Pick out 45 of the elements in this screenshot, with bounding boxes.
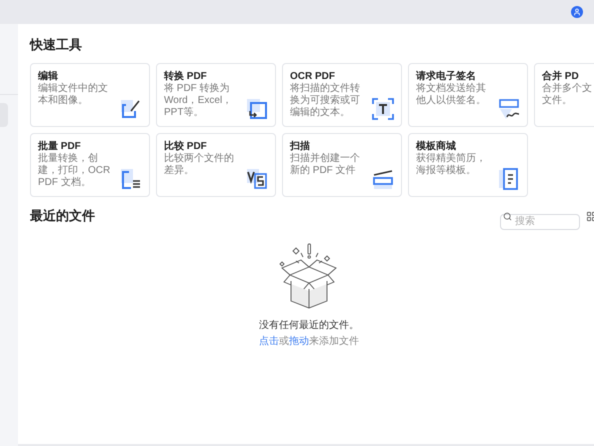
add-link[interactable]: 拖动 (289, 336, 309, 347)
document-icon (498, 168, 520, 190)
add-link[interactable]: 点击 (259, 336, 279, 347)
tool-title: 转换 PDF (164, 70, 208, 83)
text-scan-icon (372, 98, 394, 120)
tool-title: 合并 PD (542, 70, 580, 82)
tool-description: 比较两个文件的差异。 (164, 153, 235, 177)
tool-card[interactable]: 转换 PDF 将 PDF 转换为 Word，Excel，PPT等。 (156, 63, 276, 127)
tool-title: 比较 PDF (164, 140, 208, 152)
scanner-icon (372, 168, 394, 190)
tool-card[interactable]: 编辑 编辑文件中的文本和图像。 (30, 63, 150, 127)
grid-view-icon[interactable] (586, 210, 594, 222)
tool-description: 将扫描的文件转换为可搜索或可编辑的文本。 (290, 83, 361, 119)
tool-description: 合并多个文 文件。 (542, 83, 592, 107)
search-field[interactable]: 搜索 (500, 214, 580, 230)
document-list-icon (120, 168, 142, 190)
empty-message: 没有任何最近的文件。 (259, 319, 359, 332)
tool-card[interactable]: 比较 PDF 比较两个文件的差异。 (156, 133, 276, 197)
tool-description: 扫描并创建一个新的 PDF 文件 (290, 153, 361, 177)
tool-card[interactable]: OCR PDF 将扫描的文件转换为可搜索或可编辑的文本。 (282, 63, 402, 127)
avatar-icon[interactable] (571, 6, 583, 18)
tool-title: OCR PDF (290, 70, 336, 82)
tool-title: 模板商城 (416, 140, 457, 152)
tool-description: 将文档发送给其他人以供签名。 (416, 83, 487, 107)
tool-title: 编辑 (38, 70, 59, 82)
tool-card[interactable]: 批量 PDF 批量转换，创建，打印，OCR PDF 文档。 (30, 133, 150, 197)
tool-card[interactable]: 合并 PD 合并多个文 文件。 (534, 63, 594, 127)
add-files-hint: 点击或拖动来添加文件 (259, 335, 359, 348)
tool-description: 批量转换，创建，打印，OCR PDF 文档。 (38, 153, 112, 189)
edit-icon (120, 98, 142, 120)
tool-title: 请求电子签名 (416, 70, 477, 82)
tool-description: 编辑文件中的文本和图像。 (38, 83, 109, 107)
tool-card[interactable]: 扫描 扫描并创建一个新的 PDF 文件 (282, 133, 402, 197)
compare-icon (246, 168, 268, 190)
search-icon (503, 212, 512, 220)
tool-title: 扫描 (290, 140, 311, 152)
tool-description: 将 PDF 转换为 Word，Excel，PPT等。 (164, 83, 234, 119)
tool-card[interactable]: 模板商城 获得精美简历，海报等模板。 (408, 133, 528, 197)
tool-title: 批量 PDF (38, 140, 82, 152)
section-title: 快速工具 (30, 36, 83, 54)
tool-description: 获得精美简历，海报等模板。 (416, 153, 487, 177)
tool-card[interactable]: 请求电子签名 将文档发送给其他人以供签名。 (408, 63, 528, 127)
signature-icon (498, 98, 520, 120)
convert-icon (246, 98, 268, 120)
section-title: 最近的文件 (30, 207, 95, 225)
